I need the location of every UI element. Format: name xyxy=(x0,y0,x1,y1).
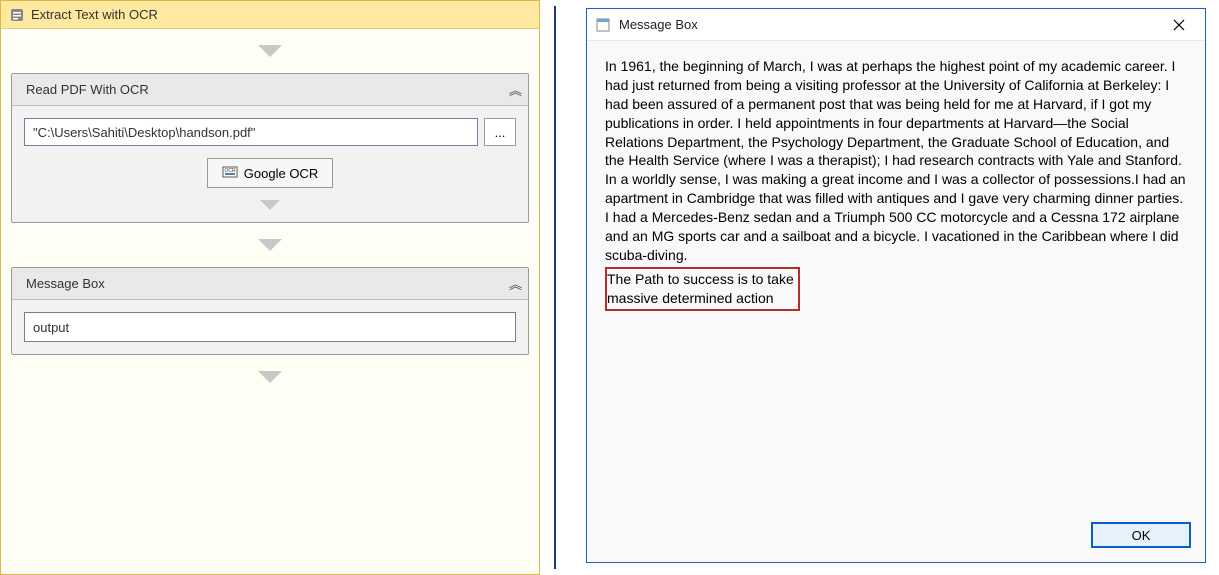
highlighted-text: The Path to success is to take massive d… xyxy=(605,267,800,311)
workflow-header[interactable]: Extract Text with OCR xyxy=(1,1,539,29)
ocr-icon: OCR xyxy=(222,164,238,183)
highlighted-text-content: The Path to success is to take massive d… xyxy=(607,271,794,306)
arrow-down-icon[interactable] xyxy=(258,239,282,251)
activity-header[interactable]: Read PDF With OCR ︽ xyxy=(12,74,528,106)
divider-line xyxy=(554,6,556,569)
activity-title: Read PDF With OCR xyxy=(26,82,503,97)
read-pdf-with-ocr-activity[interactable]: Read PDF With OCR ︽ ... OCR Google OCR xyxy=(11,73,529,223)
close-button[interactable] xyxy=(1159,11,1199,39)
google-ocr-button[interactable]: OCR Google OCR xyxy=(207,158,333,188)
arrow-down-icon[interactable] xyxy=(260,200,280,210)
svg-text:OCR: OCR xyxy=(224,168,236,174)
workflow-sequence: Extract Text with OCR Read PDF With OCR … xyxy=(0,0,540,575)
dialog-text: In 1961, the beginning of March, I was a… xyxy=(605,57,1187,265)
activity-body: ... OCR Google OCR xyxy=(12,106,528,222)
window-icon xyxy=(595,17,611,33)
workflow-body: Read PDF With OCR ︽ ... OCR Google OCR xyxy=(1,29,539,574)
file-path-input[interactable] xyxy=(24,118,478,146)
message-box-dialog: Message Box In 1961, the beginning of Ma… xyxy=(586,8,1206,563)
browse-button[interactable]: ... xyxy=(484,118,516,146)
workflow-title: Extract Text with OCR xyxy=(31,7,158,22)
messagebox-value-input[interactable] xyxy=(24,312,516,342)
file-path-row: ... xyxy=(24,118,516,146)
activity-header[interactable]: Message Box ︽ xyxy=(12,268,528,300)
dialog-titlebar[interactable]: Message Box xyxy=(587,9,1205,41)
activity-title: Message Box xyxy=(26,276,503,291)
vertical-divider xyxy=(540,0,570,575)
google-ocr-label: Google OCR xyxy=(244,166,318,181)
activity-body xyxy=(12,300,528,354)
dialog-body: In 1961, the beginning of March, I was a… xyxy=(587,41,1205,512)
collapse-icon[interactable]: ︽ xyxy=(509,80,520,99)
extract-icon xyxy=(9,7,25,23)
dialog-title: Message Box xyxy=(619,17,1151,32)
dialog-footer: OK xyxy=(587,512,1205,562)
arrow-down-icon[interactable] xyxy=(258,371,282,383)
ok-button[interactable]: OK xyxy=(1091,522,1191,548)
arrow-down-icon[interactable] xyxy=(258,45,282,57)
message-box-activity[interactable]: Message Box ︽ xyxy=(11,267,529,355)
close-icon xyxy=(1173,19,1185,31)
collapse-icon[interactable]: ︽ xyxy=(509,274,520,293)
